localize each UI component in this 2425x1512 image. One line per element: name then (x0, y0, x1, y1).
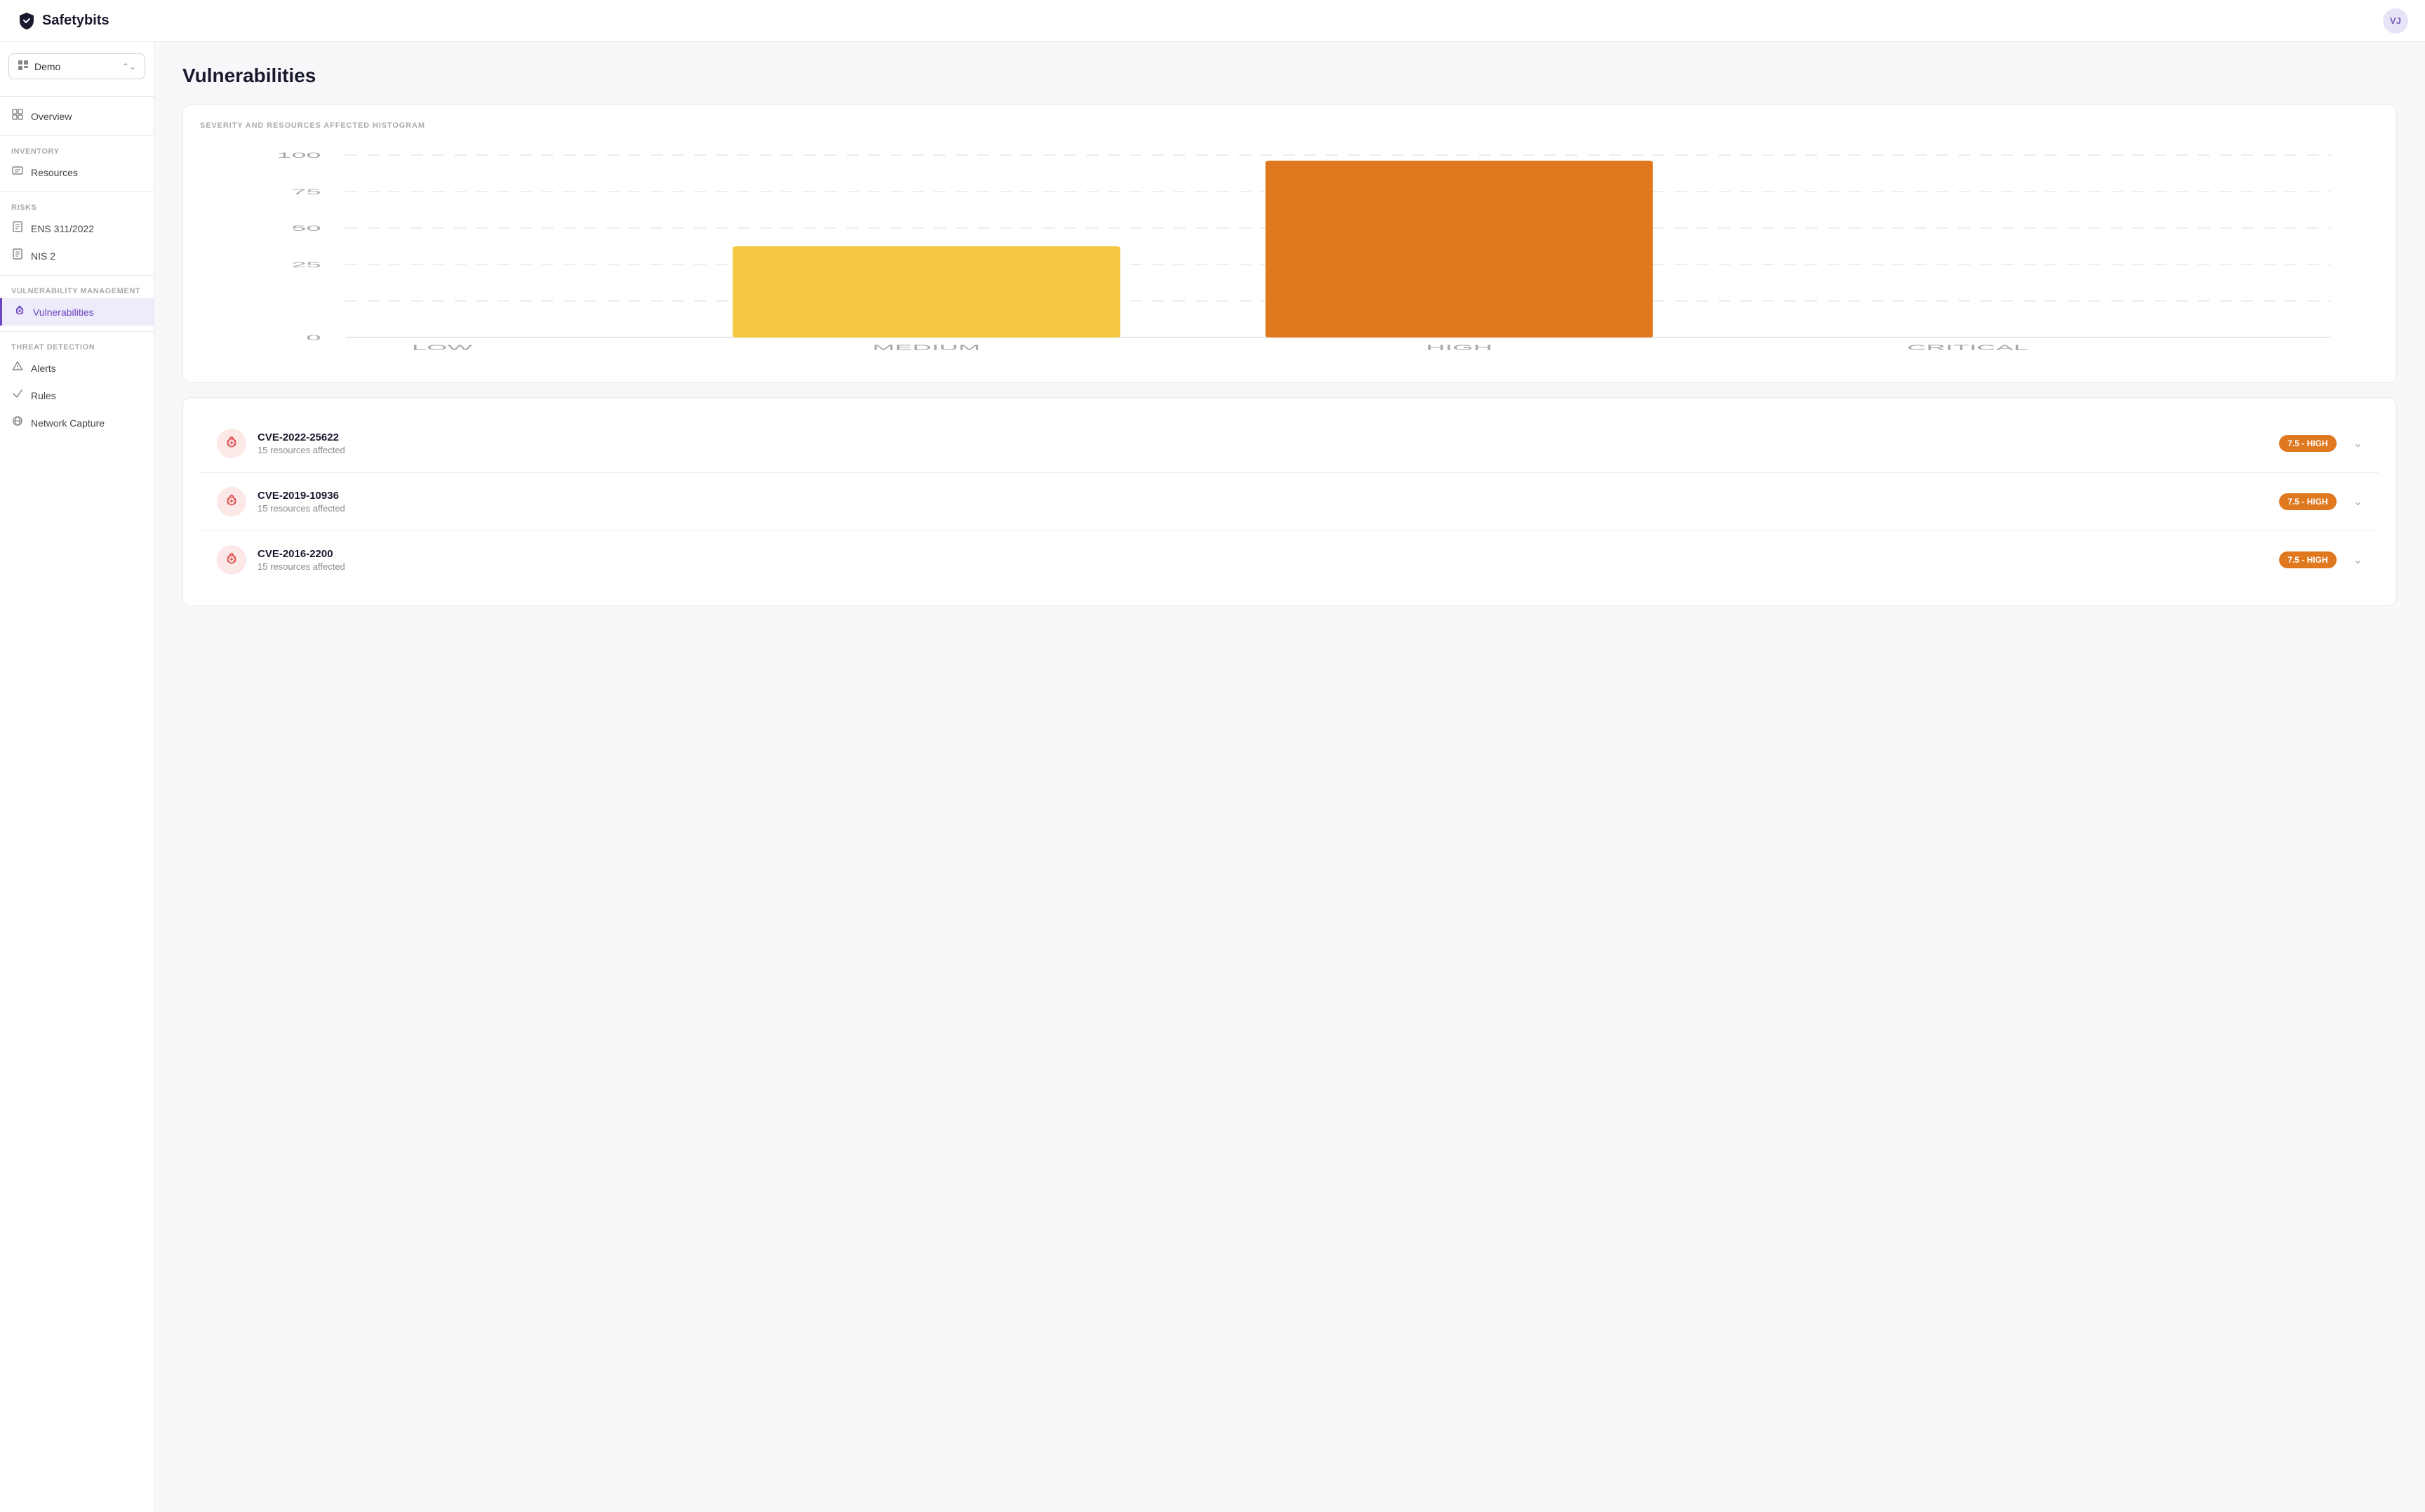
sidebar-divider-1 (0, 135, 154, 136)
sidebar-divider-top (0, 96, 154, 97)
svg-text:25: 25 (291, 260, 321, 269)
expand-icon-1[interactable]: ⌄ (2353, 495, 2363, 509)
vuln-mgmt-section-label: VULNERABILITY MANAGEMENT (0, 281, 154, 298)
sidebar: Demo ⌃⌄ Overview INVENTORY (0, 42, 154, 1512)
inventory-section-label: INVENTORY (0, 142, 154, 159)
bug-icon (13, 305, 26, 319)
sidebar-alerts-label: Alerts (31, 363, 56, 374)
histogram-card: SEVERITY AND RESOURCES AFFECTED HISTOGRA… (182, 104, 2397, 383)
chart-area: 100 75 50 25 0 MEDIUM HIGH LOW (200, 141, 2379, 366)
sidebar-item-rules[interactable]: Rules (0, 382, 154, 409)
vuln-item-0[interactable]: CVE-2022-25622 15 resources affected 7.5… (200, 415, 2379, 473)
vuln-info-1: CVE-2019-10936 15 resources affected (258, 490, 2268, 514)
vuln-icon-wrap-1 (217, 487, 246, 516)
network-icon (11, 415, 24, 430)
main-content: Vulnerabilities SEVERITY AND RESOURCES A… (154, 42, 2425, 1512)
vuln-info-0: CVE-2022-25622 15 resources affected (258, 431, 2268, 455)
vuln-badge-1: 7.5 - HIGH (2279, 493, 2336, 510)
avatar[interactable]: VJ (2383, 8, 2408, 34)
svg-text:100: 100 (276, 151, 321, 159)
risks-section-label: RISKS (0, 198, 154, 215)
vuln-info-2: CVE-2016-2200 15 resources affected (258, 548, 2268, 572)
vuln-item-1[interactable]: CVE-2019-10936 15 resources affected 7.5… (200, 473, 2379, 531)
histogram-svg: 100 75 50 25 0 MEDIUM HIGH LOW (200, 141, 2379, 366)
sidebar-item-resources[interactable]: Resources (0, 159, 154, 186)
vuln-name-0: CVE-2022-25622 (258, 431, 2268, 443)
vuln-icon-wrap-0 (217, 429, 246, 458)
sidebar-item-overview[interactable]: Overview (0, 102, 154, 130)
overview-icon (11, 109, 24, 123)
vulnerabilities-list: CVE-2022-25622 15 resources affected 7.5… (182, 397, 2397, 606)
svg-text:LOW: LOW (412, 343, 473, 352)
sidebar-rules-label: Rules (31, 390, 56, 401)
vuln-sub-1: 15 resources affected (258, 503, 2268, 514)
sidebar-ens-label: ENS 311/2022 (31, 223, 94, 234)
rules-icon (11, 388, 24, 403)
sidebar-item-network-capture[interactable]: Network Capture (0, 409, 154, 436)
sidebar-network-capture-label: Network Capture (31, 417, 105, 429)
svg-text:50: 50 (291, 224, 321, 232)
svg-text:CRITICAL: CRITICAL (1907, 343, 2029, 352)
bar-high (1265, 161, 1652, 337)
resources-icon (11, 165, 24, 180)
vuln-bug-icon-0 (225, 435, 239, 453)
workspace-icon (18, 60, 29, 73)
chart-title: SEVERITY AND RESOURCES AFFECTED HISTOGRA… (200, 121, 2379, 130)
vuln-name-2: CVE-2016-2200 (258, 548, 2268, 560)
sidebar-divider-4 (0, 331, 154, 332)
threat-section-label: THREAT DETECTION (0, 337, 154, 354)
sidebar-overview-label: Overview (31, 111, 72, 122)
sidebar-item-alerts[interactable]: Alerts (0, 354, 154, 382)
logo: Safetybits (17, 11, 109, 31)
sidebar-nis2-label: NIS 2 (31, 250, 55, 262)
expand-icon-2[interactable]: ⌄ (2353, 553, 2363, 567)
vuln-icon-wrap-2 (217, 545, 246, 575)
svg-text:MEDIUM: MEDIUM (872, 343, 980, 352)
vuln-badge-2: 7.5 - HIGH (2279, 551, 2336, 568)
nis2-icon (11, 248, 24, 263)
vuln-badge-0: 7.5 - HIGH (2279, 435, 2336, 452)
sidebar-divider-3 (0, 275, 154, 276)
app-title: Safetybits (42, 13, 109, 29)
vuln-sub-2: 15 resources affected (258, 561, 2268, 572)
app-header: Safetybits VJ (0, 0, 2425, 42)
vuln-item-2[interactable]: CVE-2016-2200 15 resources affected 7.5 … (200, 531, 2379, 589)
vuln-bug-icon-2 (225, 551, 239, 569)
svg-text:75: 75 (291, 187, 321, 196)
vuln-name-1: CVE-2019-10936 (258, 490, 2268, 502)
expand-icon-0[interactable]: ⌄ (2353, 436, 2363, 450)
workspace-label: Demo (34, 61, 116, 72)
svg-text:HIGH: HIGH (1426, 343, 1492, 352)
sidebar-resources-label: Resources (31, 167, 78, 178)
vuln-bug-icon-1 (225, 493, 239, 511)
sidebar-item-vulnerabilities[interactable]: Vulnerabilities (0, 298, 154, 326)
main-layout: Demo ⌃⌄ Overview INVENTORY (0, 42, 2425, 1512)
svg-text:0: 0 (306, 333, 321, 342)
page-title: Vulnerabilities (182, 65, 2397, 87)
bar-medium (733, 246, 1120, 337)
sidebar-vulnerabilities-label: Vulnerabilities (33, 307, 94, 318)
ens-icon (11, 221, 24, 236)
sidebar-item-nis2[interactable]: NIS 2 (0, 242, 154, 269)
shield-icon (17, 11, 36, 31)
workspace-selector[interactable]: Demo ⌃⌄ (8, 53, 145, 79)
chevron-icon: ⌃⌄ (122, 62, 136, 72)
vuln-sub-0: 15 resources affected (258, 445, 2268, 455)
alerts-icon (11, 361, 24, 375)
sidebar-item-ens[interactable]: ENS 311/2022 (0, 215, 154, 242)
